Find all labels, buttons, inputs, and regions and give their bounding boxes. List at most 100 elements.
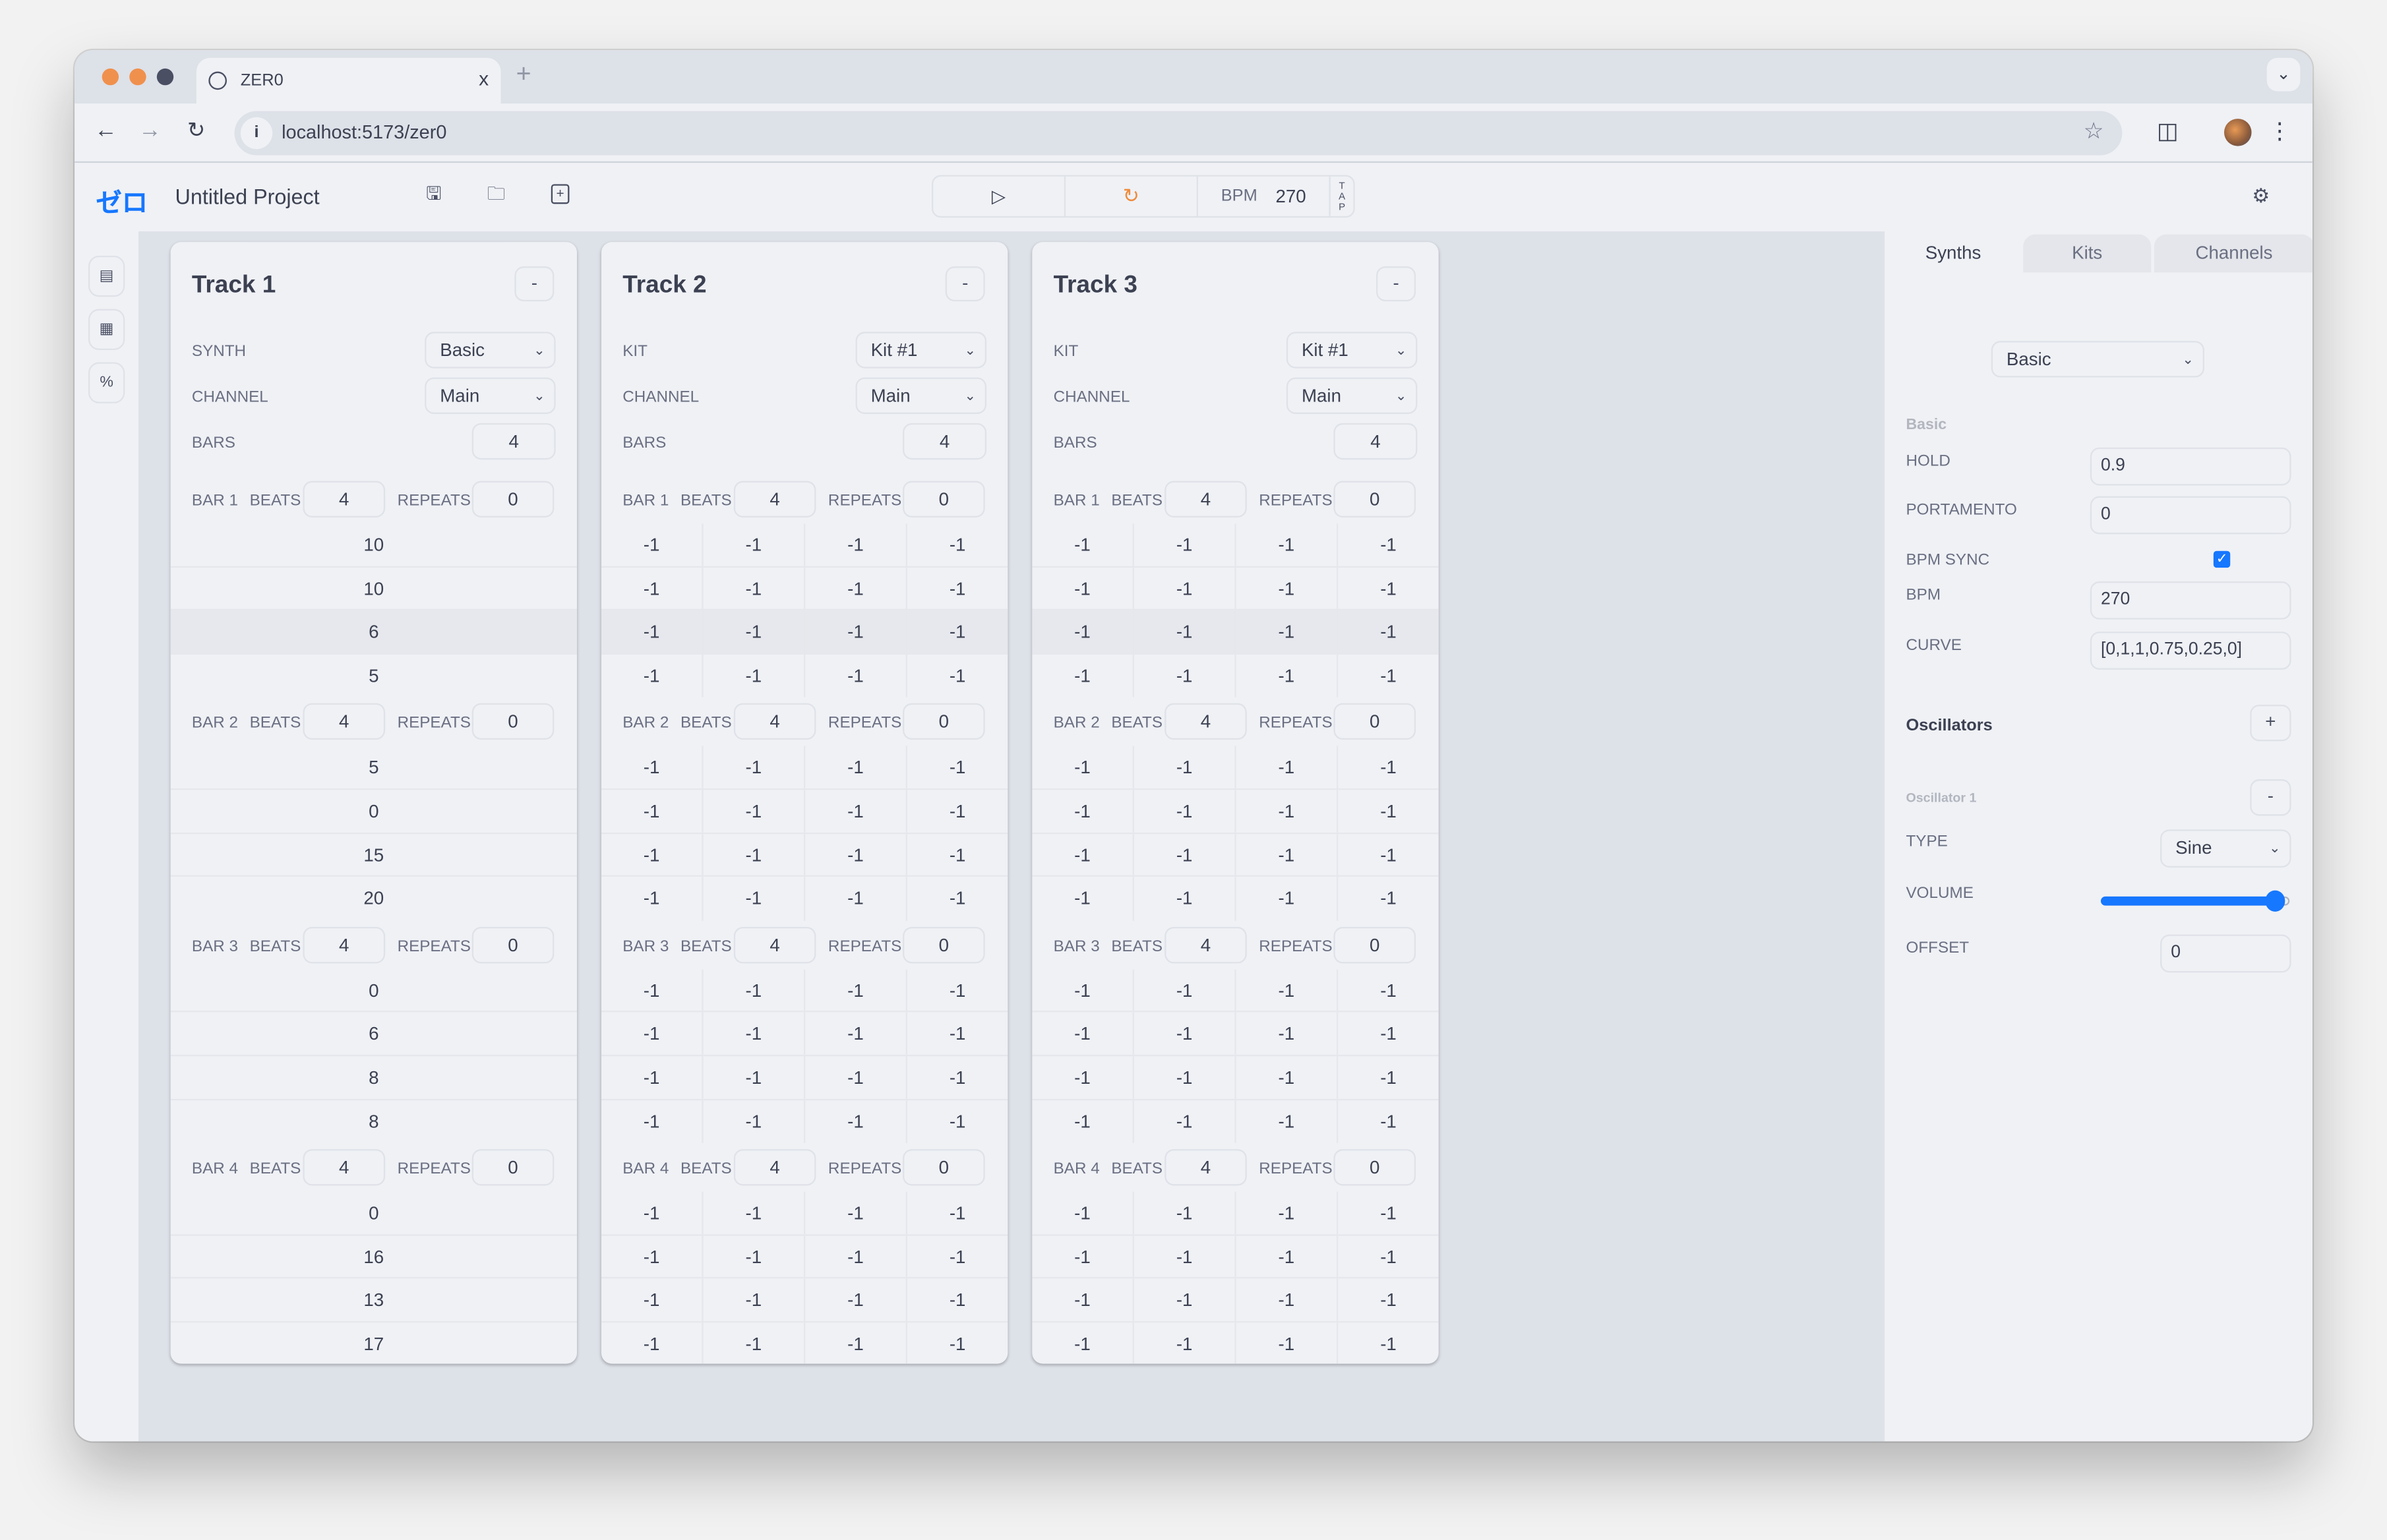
note-cell[interactable]: -1 — [1134, 1056, 1236, 1098]
beats-input[interactable]: 4 — [733, 926, 816, 963]
bpm-sync-checkbox[interactable]: ✓ — [2213, 550, 2231, 568]
note-cell[interactable]: 20 — [171, 877, 577, 920]
note-cell[interactable]: -1 — [907, 1192, 1008, 1234]
note-cell[interactable]: -1 — [1032, 1279, 1134, 1321]
note-cell[interactable]: -1 — [704, 969, 806, 1011]
note-cell[interactable]: 13 — [171, 1279, 577, 1321]
loop-button[interactable]: ↻ — [1066, 176, 1198, 216]
bars-input[interactable]: 4 — [903, 423, 987, 460]
channel-select[interactable]: Main ⌄ — [1286, 377, 1418, 414]
note-cell[interactable]: -1 — [1032, 1100, 1134, 1144]
note-cell[interactable]: -1 — [1236, 654, 1339, 698]
note-cell[interactable]: -1 — [1032, 523, 1134, 566]
note-cell[interactable]: -1 — [1032, 790, 1134, 832]
note-cell[interactable]: -1 — [1032, 833, 1134, 875]
note-cell[interactable]: -1 — [1338, 1322, 1438, 1363]
hold-input[interactable]: 0.9 — [2090, 447, 2291, 486]
portamento-input[interactable]: 0 — [2090, 496, 2291, 535]
note-cell[interactable]: -1 — [1236, 567, 1339, 609]
beats-input[interactable]: 4 — [1164, 926, 1247, 963]
note-cell[interactable]: -1 — [805, 877, 907, 921]
note-cell[interactable]: -1 — [601, 1322, 704, 1364]
note-cell[interactable]: -1 — [1236, 1100, 1339, 1144]
new-project-icon[interactable]: + — [551, 184, 570, 204]
repeats-input[interactable]: 0 — [471, 703, 555, 740]
note-cell[interactable]: -1 — [805, 969, 907, 1011]
note-cell[interactable]: -1 — [805, 1192, 907, 1234]
note-cell[interactable]: -1 — [1236, 1056, 1339, 1098]
note-cell[interactable]: -1 — [704, 567, 806, 609]
sidebar-tracks-button[interactable]: ▤ — [88, 255, 125, 297]
address-bar[interactable]: i localhost:5173/zer0 ☆ — [234, 111, 2123, 156]
note-cell[interactable]: -1 — [1134, 790, 1236, 832]
note-cell[interactable]: -1 — [601, 654, 704, 698]
note-cell[interactable]: -1 — [907, 877, 1008, 920]
note-cell[interactable]: 6 — [171, 1013, 577, 1055]
note-cell[interactable]: -1 — [704, 1235, 806, 1278]
note-cell[interactable]: -1 — [1338, 610, 1438, 653]
note-cell[interactable]: -1 — [1134, 1100, 1236, 1144]
repeats-input[interactable]: 0 — [903, 703, 985, 740]
note-cell[interactable]: -1 — [601, 523, 704, 566]
note-cell[interactable]: -1 — [1134, 877, 1236, 921]
note-cell[interactable]: -1 — [1236, 1192, 1339, 1234]
browser-menu-icon[interactable]: ⋮ — [2268, 117, 2291, 144]
forward-arrow-icon[interactable]: → — [138, 117, 162, 143]
close-window-button[interactable] — [102, 68, 119, 86]
note-cell[interactable]: -1 — [1236, 610, 1339, 653]
tab-kits[interactable]: Kits — [2023, 234, 2152, 273]
settings-gear-icon[interactable]: ⚙ — [2252, 184, 2270, 208]
note-cell[interactable]: 15 — [171, 833, 577, 875]
note-cell[interactable]: -1 — [601, 1013, 704, 1055]
note-cell[interactable]: -1 — [1338, 567, 1438, 609]
note-cell[interactable]: -1 — [1338, 833, 1438, 875]
note-cell[interactable]: -1 — [601, 746, 704, 788]
note-cell[interactable]: -1 — [704, 790, 806, 832]
beats-input[interactable]: 4 — [733, 1149, 816, 1186]
note-cell[interactable]: -1 — [704, 877, 806, 921]
note-cell[interactable]: -1 — [1236, 790, 1339, 832]
reload-icon[interactable]: ↻ — [187, 117, 205, 143]
note-cell[interactable]: -1 — [1134, 1192, 1236, 1234]
note-cell[interactable]: -1 — [1338, 1056, 1438, 1098]
note-cell[interactable]: -1 — [1236, 1322, 1339, 1364]
note-cell[interactable]: -1 — [1236, 877, 1339, 921]
note-cell[interactable]: -1 — [805, 1279, 907, 1321]
note-cell[interactable]: -1 — [1134, 567, 1236, 609]
repeats-input[interactable]: 0 — [471, 481, 555, 518]
volume-slider-thumb[interactable] — [2265, 890, 2285, 912]
add-oscillator-button[interactable]: + — [2250, 704, 2291, 742]
track-name[interactable]: Track 3 — [1054, 272, 1137, 300]
note-cell[interactable]: -1 — [704, 1322, 806, 1364]
note-cell[interactable]: -1 — [907, 1013, 1008, 1055]
note-cell[interactable]: -1 — [1236, 1013, 1339, 1055]
note-cell[interactable]: -1 — [805, 833, 907, 875]
note-cell[interactable]: -1 — [1134, 610, 1236, 653]
note-cell[interactable]: -1 — [1134, 969, 1236, 1011]
note-cell[interactable]: -1 — [704, 833, 806, 875]
source-select[interactable]: Kit #1 ⌄ — [855, 332, 987, 369]
note-cell[interactable]: -1 — [1236, 746, 1339, 788]
note-cell[interactable]: -1 — [1338, 969, 1438, 1011]
note-cell[interactable]: 6 — [171, 610, 577, 653]
note-cell[interactable]: -1 — [704, 654, 806, 698]
note-cell[interactable]: -1 — [907, 1235, 1008, 1278]
tap-tempo-button[interactable]: T A P — [1331, 177, 1354, 216]
beats-input[interactable]: 4 — [1164, 481, 1247, 518]
note-cell[interactable]: -1 — [1236, 1235, 1339, 1278]
note-cell[interactable]: -1 — [1134, 1013, 1236, 1055]
note-cell[interactable]: -1 — [704, 746, 806, 788]
note-cell[interactable]: -1 — [704, 1192, 806, 1234]
play-button[interactable]: ▷ — [933, 176, 1066, 216]
note-cell[interactable]: -1 — [805, 1013, 907, 1055]
note-cell[interactable]: -1 — [1134, 1322, 1236, 1364]
note-cell[interactable]: 0 — [171, 969, 577, 1011]
synth-bpm-input[interactable]: 270 — [2090, 581, 2291, 620]
repeats-input[interactable]: 0 — [903, 926, 985, 963]
bpm-value[interactable]: 270 — [1275, 186, 1306, 207]
note-cell[interactable]: -1 — [1032, 1235, 1134, 1278]
maximize-window-button[interactable] — [156, 68, 174, 86]
note-cell[interactable]: -1 — [704, 610, 806, 653]
project-title[interactable]: Untitled Project — [175, 184, 320, 208]
note-cell[interactable]: -1 — [907, 969, 1008, 1011]
